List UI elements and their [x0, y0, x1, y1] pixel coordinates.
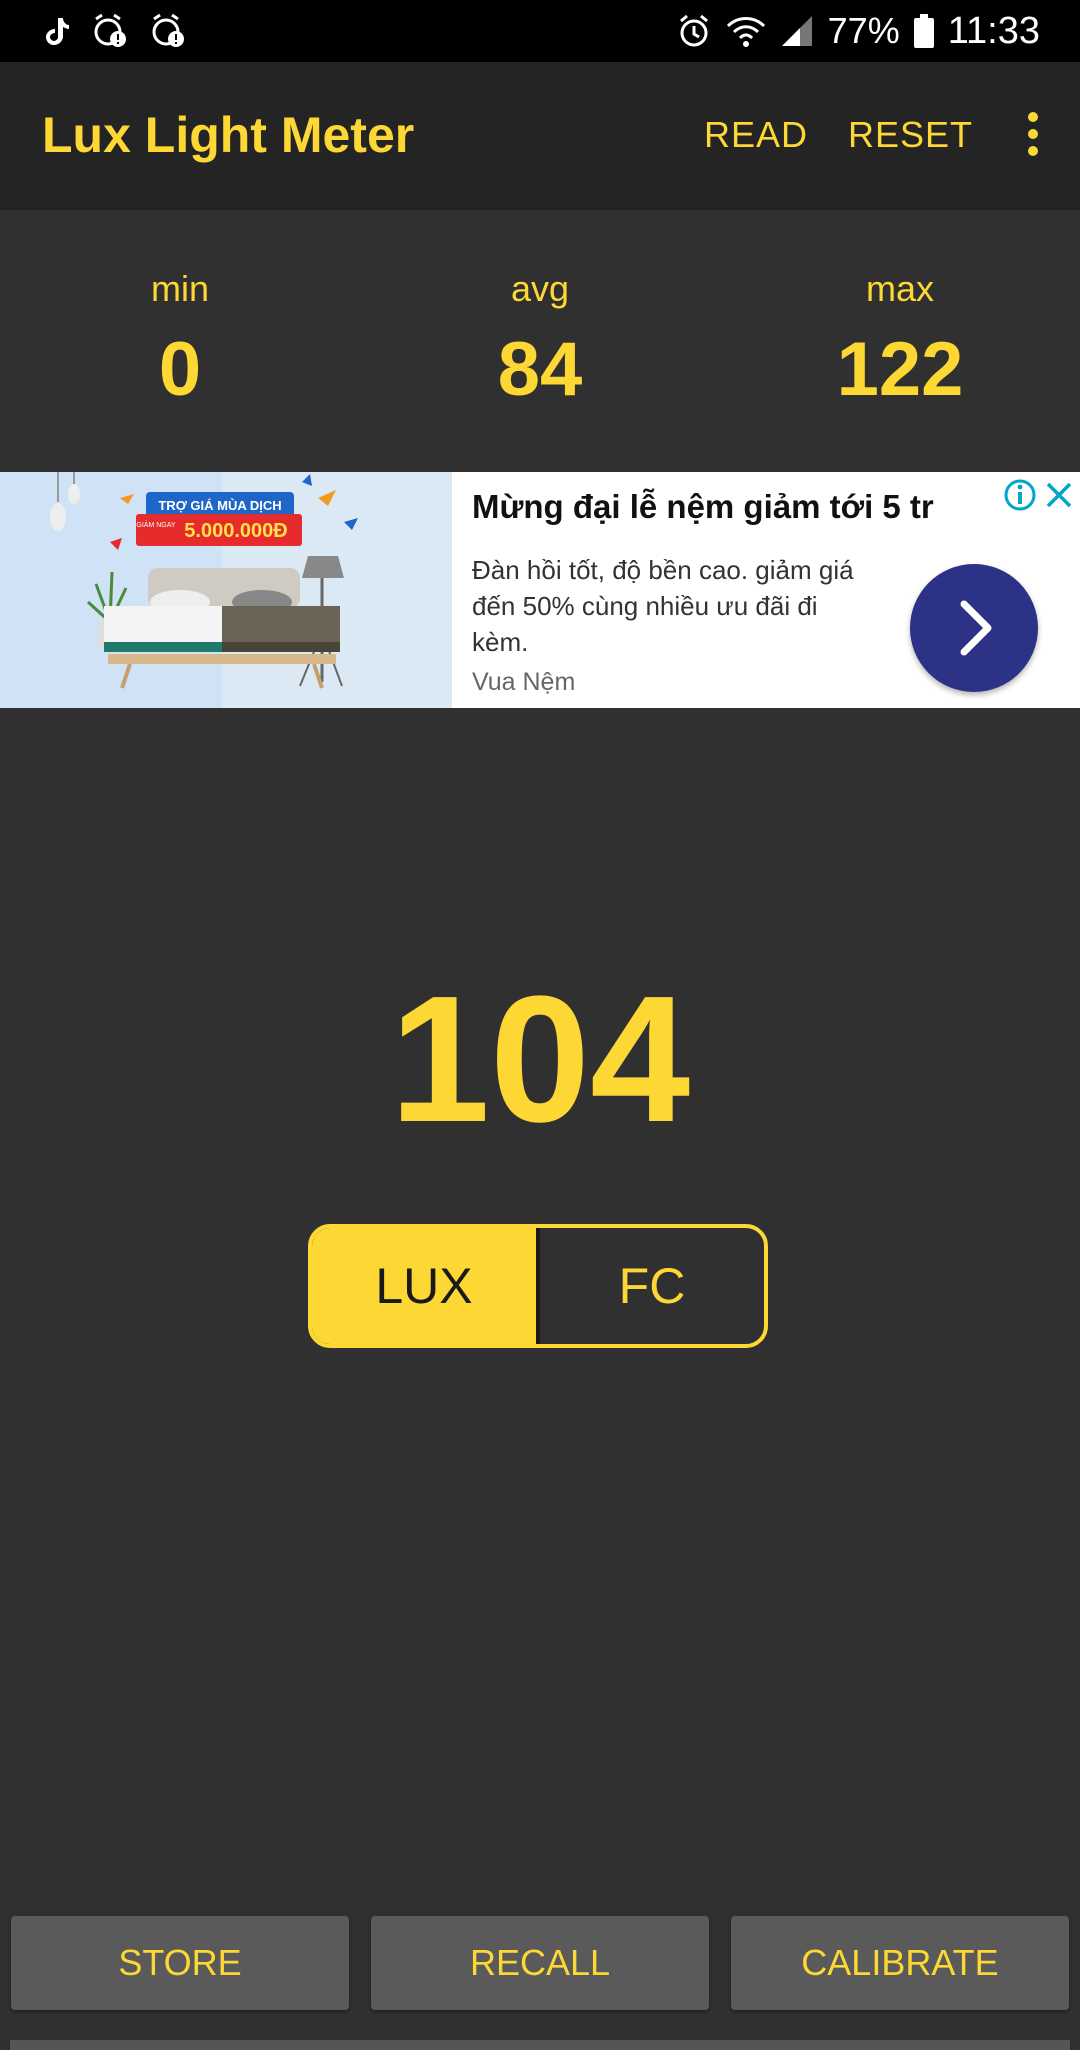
stat-avg-label: avg	[510, 268, 570, 309]
overflow-menu-icon[interactable]	[1026, 112, 1040, 158]
alarm-icon	[679, 14, 708, 47]
ad-body[interactable]: Đàn hồi tốt, độ bền cao. giảm giá đến 50…	[472, 552, 872, 660]
stat-min: min 0	[60, 268, 300, 413]
alarm-warning-icon	[94, 13, 126, 47]
stat-min-value: 0	[158, 327, 202, 412]
alarm-warning-icon	[152, 13, 184, 47]
ad-banner[interactable]: TRỢ GIÁ MÙA DỊCH GIẢM NGAY 5.000.000Đ Mừ…	[0, 472, 1080, 708]
unit-fc-option[interactable]: FC	[536, 1228, 764, 1344]
tiktok-icon	[46, 18, 69, 45]
stat-max: max 122	[780, 268, 1020, 413]
ad-open-button[interactable]	[910, 564, 1038, 692]
store-button[interactable]: STORE	[11, 1916, 349, 2010]
recall-button[interactable]: RECALL	[371, 1916, 709, 2010]
stat-max-label: max	[865, 268, 934, 309]
battery-percent: 77%	[827, 10, 900, 51]
read-button[interactable]: READ	[704, 114, 808, 156]
app-title: Lux Light Meter	[42, 107, 415, 163]
chevron-right-icon	[960, 600, 992, 656]
battery-icon	[913, 14, 934, 48]
ad-image[interactable]: TRỢ GIÁ MÙA DỊCH GIẢM NGAY 5.000.000Đ	[0, 472, 452, 708]
ad-banner-sub: GIẢM NGAY	[136, 520, 175, 529]
bottom-strip	[10, 2040, 1070, 2050]
ad-banner-text: TRỢ GIÁ MÙA DỊCH	[158, 498, 281, 513]
ad-banner-amount: 5.000.000Đ	[184, 520, 287, 542]
unit-lux-option[interactable]: LUX	[312, 1228, 536, 1344]
ad-close-icon[interactable]	[1044, 480, 1074, 510]
app-bar: Lux Light Meter READ RESET	[0, 62, 1080, 210]
ad-title[interactable]: Mừng đại lễ nệm giảm tới 5 tr	[472, 488, 934, 526]
calibrate-button[interactable]: CALIBRATE	[731, 1916, 1069, 2010]
stat-avg-value: 84	[497, 327, 583, 412]
status-bar: 77% 11:33	[0, 0, 1080, 62]
ad-source[interactable]: Vua Nệm	[472, 668, 575, 697]
signal-icon	[781, 16, 812, 46]
stat-max-value: 122	[836, 327, 964, 412]
ad-info-icon[interactable]	[1003, 478, 1037, 512]
wifi-icon	[726, 17, 765, 47]
reset-button[interactable]: RESET	[848, 114, 973, 156]
stat-avg: avg 84	[420, 268, 660, 413]
clock: 11:33	[947, 9, 1040, 52]
lux-reading: 104	[389, 959, 691, 1160]
stat-min-label: min	[150, 268, 209, 309]
unit-toggle[interactable]: LUX FC	[308, 1224, 768, 1348]
